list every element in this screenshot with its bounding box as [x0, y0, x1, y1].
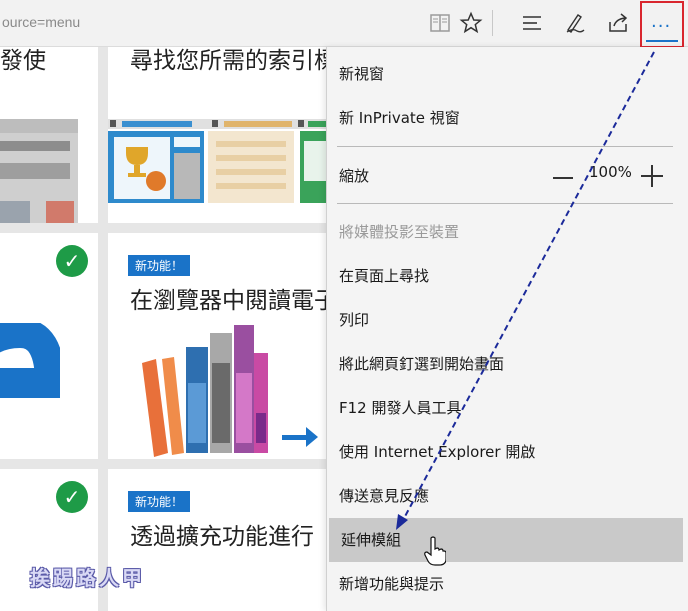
new-feature-badge: 新功能！ — [128, 255, 191, 276]
hand-pointer-cursor-icon — [424, 536, 446, 566]
card-title: 尋找您所需的索引標 — [130, 48, 326, 74]
browser-toolbar: ource=menu ··· — [0, 0, 688, 48]
completed-check-icon: ✓ — [56, 245, 88, 277]
menu-item-send-feedback[interactable]: 傳送意見反應 — [327, 474, 687, 518]
tabs-illustration — [108, 119, 326, 203]
menu-item-whats-new[interactable]: 新增功能與提示 — [327, 562, 687, 606]
zoom-out-button[interactable] — [553, 177, 573, 179]
card-title: 在瀏覽器中閱讀電子 — [130, 288, 326, 314]
reading-view-icon[interactable] — [428, 11, 452, 35]
zoom-level: 100% — [589, 163, 632, 181]
card-title: 透過擴充功能進行 — [130, 524, 314, 550]
toolbar-separator — [492, 10, 493, 36]
zoom-in-button[interactable] — [641, 165, 663, 187]
address-bar-text[interactable]: ource=menu — [2, 14, 80, 30]
more-actions-button[interactable]: ··· — [640, 1, 684, 48]
new-feature-badge: 新功能！ — [128, 491, 191, 512]
menu-item-pin-to-start[interactable]: 將此網頁釘選到開始畫面 — [327, 342, 687, 386]
menu-item-f12-developer-tools[interactable]: F12 開發人員工具 — [327, 386, 687, 430]
menu-item-print[interactable]: 列印 — [327, 298, 687, 342]
share-icon[interactable] — [606, 11, 630, 35]
menu-item-find-on-page[interactable]: 在頁面上尋找 — [327, 254, 687, 298]
tip-card[interactable]: 新功能！ 在瀏覽器中閱讀電子 — [108, 233, 326, 459]
menu-separator — [337, 203, 673, 204]
tip-card[interactable]: 尋找您所需的索引標 — [108, 47, 326, 223]
menu-item-zoom: 縮放 — [327, 154, 687, 198]
web-note-pen-icon[interactable] — [563, 11, 587, 35]
menu-item-open-with-ie[interactable]: 使用 Internet Explorer 開啟 — [327, 430, 687, 474]
start-page-content: 發使 尋找您所需的索引標 ✓ 新功能！ 在瀏覽器中閱讀電子 ✓ 新功能！ 透過擴… — [0, 47, 326, 611]
zoom-label: 縮放 — [339, 167, 370, 185]
active-underline — [646, 40, 678, 42]
hub-icon[interactable] — [520, 11, 544, 35]
favorite-star-icon[interactable] — [459, 11, 483, 35]
tip-card[interactable]: 發使 — [0, 47, 98, 223]
tip-card[interactable]: ✓ — [0, 233, 98, 459]
more-dots-icon: ··· — [651, 16, 672, 37]
menu-separator — [337, 146, 673, 147]
menu-item-extensions[interactable]: 延伸模組 — [329, 518, 683, 562]
watermark-text: 挨踢路人甲 — [30, 566, 145, 590]
menu-item-new-window[interactable]: 新視窗 — [327, 52, 687, 96]
card-title: 發使 — [0, 48, 46, 74]
menu-item-new-inprivate-window[interactable]: 新 InPrivate 視窗 — [327, 96, 687, 140]
completed-check-icon: ✓ — [56, 481, 88, 513]
screenshot-illustration — [0, 119, 78, 223]
edge-logo-icon — [0, 323, 60, 398]
books-illustration — [128, 323, 326, 459]
more-actions-menu: 新視窗 新 InPrivate 視窗 縮放 100% 將媒體投影至裝置 在頁面上… — [326, 47, 688, 611]
menu-item-cast-media: 將媒體投影至裝置 — [339, 223, 460, 241]
